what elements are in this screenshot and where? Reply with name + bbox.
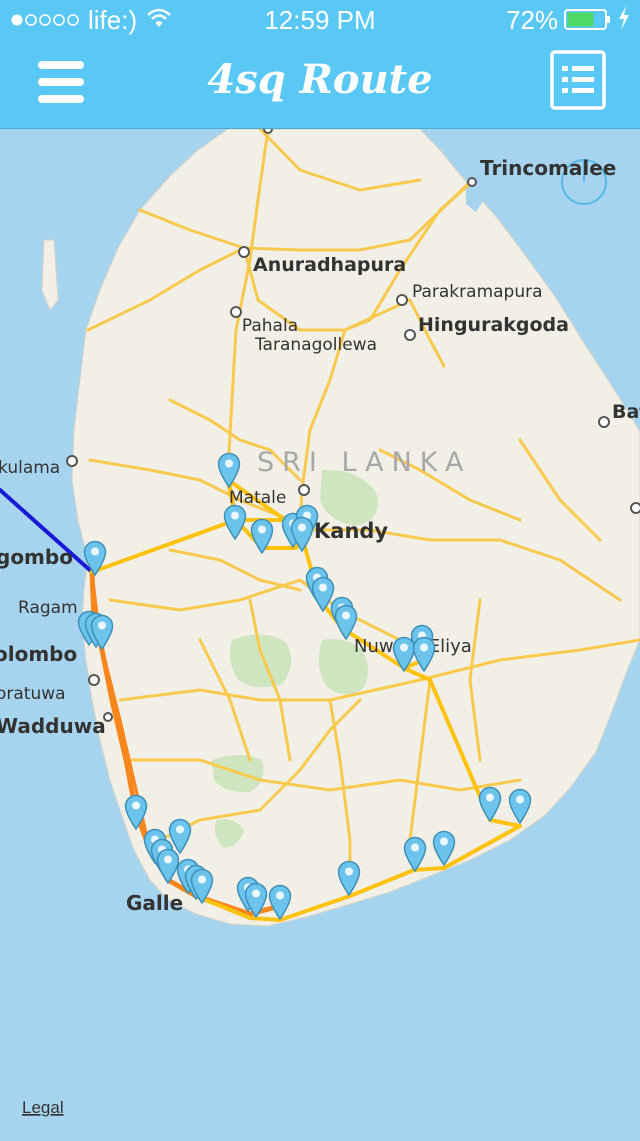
place-oratuwa: oratuwa — [0, 684, 66, 704]
charging-icon — [616, 4, 632, 37]
place-wadduwa: Wadduwa — [0, 714, 106, 738]
place-matale: Matale — [229, 488, 286, 508]
place-galle: Galle — [126, 891, 183, 915]
status-bar: life:) 12:59 PM 72% — [0, 0, 640, 40]
place-olombo: olombo — [0, 642, 77, 666]
place-taranagollewa: Taranagollewa — [254, 335, 377, 355]
park-area — [230, 634, 292, 688]
place-parakramapura: Parakramapura — [412, 282, 543, 302]
app-title: 4sq Route — [207, 56, 433, 103]
place-kulama: kulama — [0, 458, 60, 478]
map-canvas[interactable]: SRI LANKA Trincomalee Anuradhapura Parak… — [0, 124, 640, 1136]
nav-bar: 4sq Route — [0, 40, 640, 129]
place-bat: Bat — [612, 401, 640, 423]
place-pahala: Pahala — [242, 316, 298, 336]
place-kandy: Kandy — [314, 519, 388, 543]
place-ragam: Ragam — [18, 598, 78, 618]
country-label: SRI LANKA — [257, 447, 471, 478]
place-hingurakgoda: Hingurakgoda — [418, 314, 569, 336]
map-view[interactable]: SRI LANKA Trincomalee Anuradhapura Parak… — [0, 124, 640, 1136]
battery-percent: 72% — [506, 5, 559, 35]
place-anuradhapura: Anuradhapura — [253, 254, 406, 276]
place-trincomalee: Trincomalee — [480, 156, 616, 180]
list-icon — [550, 50, 606, 110]
list-button[interactable] — [550, 50, 606, 110]
legal-link[interactable]: Legal — [22, 1098, 64, 1117]
battery-icon — [564, 8, 612, 37]
place-gombo: gombo — [0, 545, 73, 569]
